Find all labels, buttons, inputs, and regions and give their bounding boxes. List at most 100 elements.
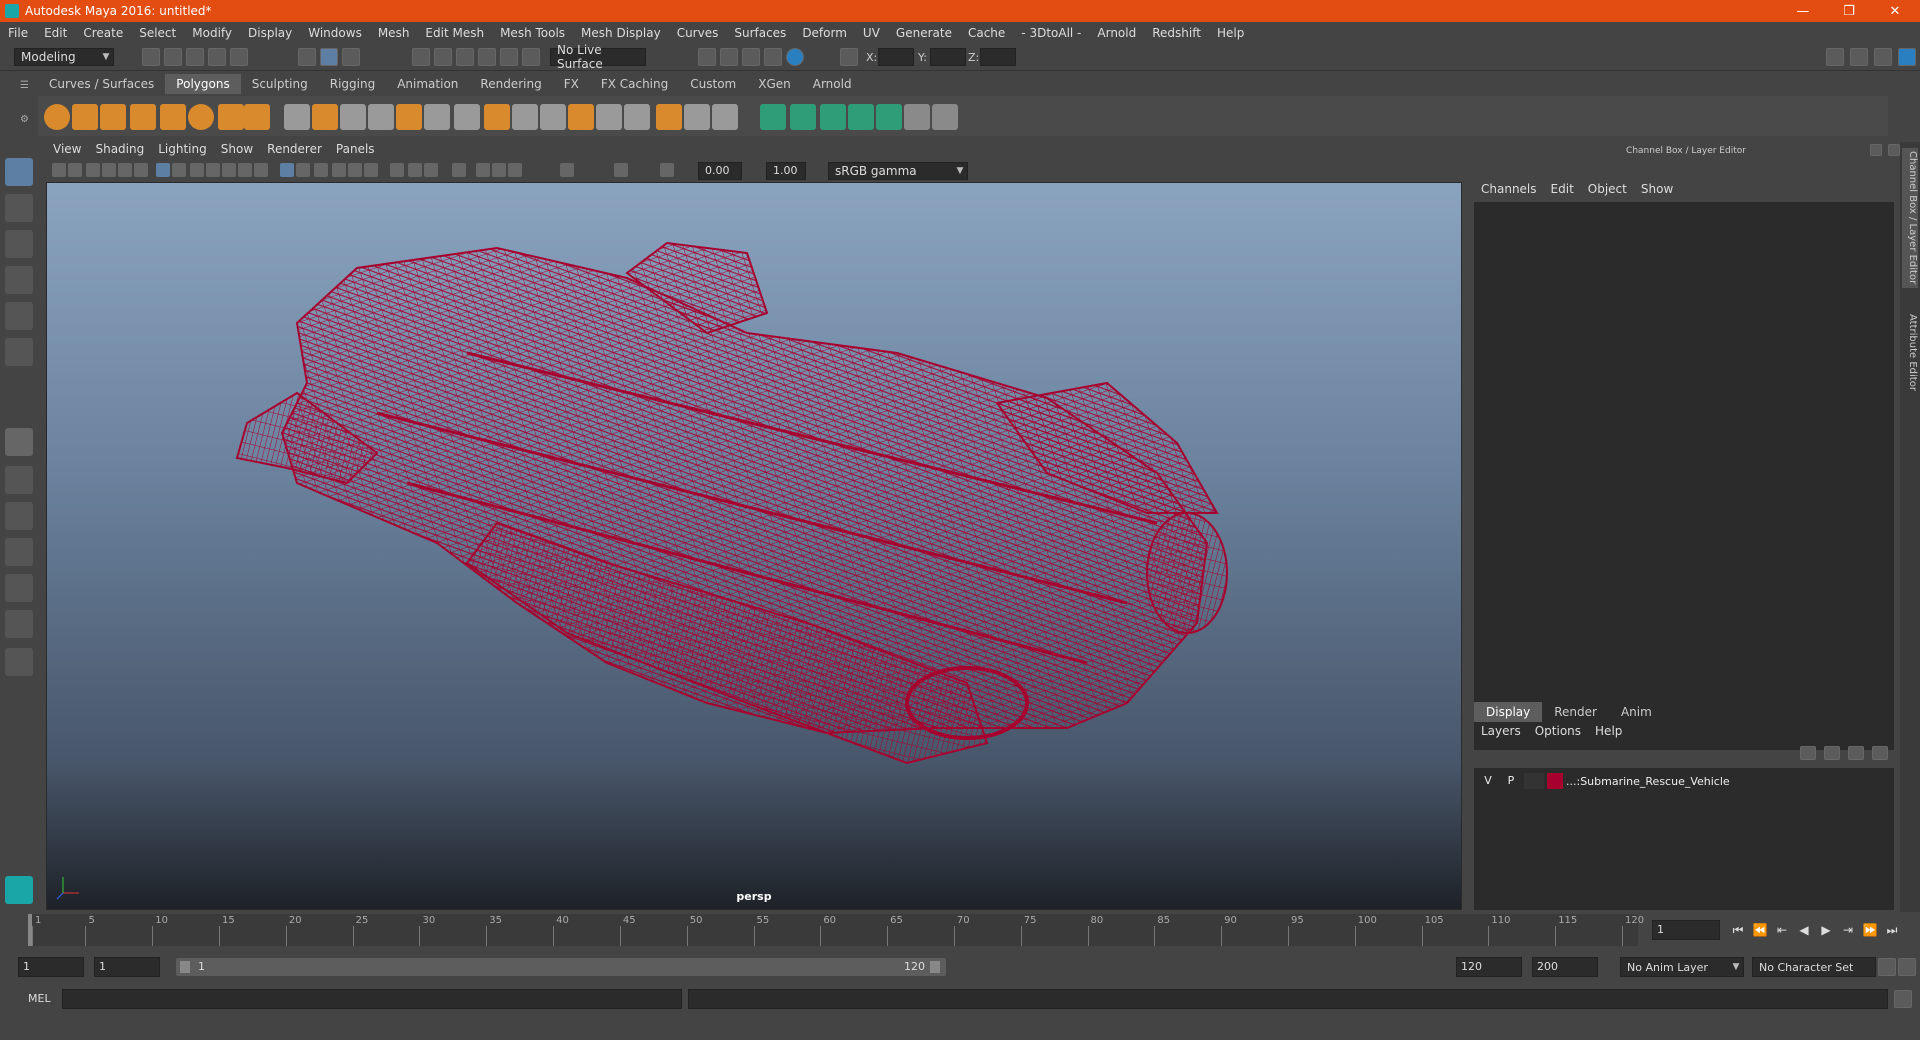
poly-cone-icon[interactable] (130, 104, 156, 130)
layout-uv-icon[interactable] (932, 104, 958, 130)
layer-tab-anim[interactable]: Anim (1609, 702, 1664, 722)
shelf-tab-fx-caching[interactable]: FX Caching (590, 74, 679, 94)
menu-mesh-tools[interactable]: Mesh Tools (492, 26, 573, 40)
step-forward-key-icon[interactable]: ⇥ (1840, 922, 1856, 938)
toolbox-more-icon[interactable] (5, 648, 33, 676)
gamma-field[interactable]: 1.00 (766, 162, 806, 180)
new-scene-icon[interactable] (142, 48, 160, 66)
move-tool-icon[interactable] (5, 266, 33, 294)
ipr-render-icon[interactable] (742, 48, 760, 66)
channel-box-side-tab[interactable]: Channel Box / Layer Editor (1902, 148, 1918, 288)
undock-icon[interactable] (1870, 144, 1882, 156)
range-slider[interactable]: 1 120 (176, 958, 946, 976)
use-all-lights-icon[interactable] (348, 163, 362, 177)
shelf-tab-custom[interactable]: Custom (679, 74, 747, 94)
x-coordinate-input[interactable] (878, 48, 914, 66)
shelf-tab-rigging[interactable]: Rigging (319, 74, 386, 94)
channel-box-menu-object[interactable]: Object (1581, 182, 1634, 196)
auto-key-icon[interactable] (1878, 958, 1896, 976)
shadows-icon[interactable] (364, 163, 378, 177)
playback-start-field[interactable]: 1 (94, 957, 160, 977)
attribute-editor-side-tab[interactable]: Attribute Editor (1902, 302, 1918, 402)
gamma-icon[interactable] (614, 163, 628, 177)
multi-cut-icon[interactable] (512, 104, 538, 130)
camera-attributes-icon[interactable] (68, 163, 82, 177)
layer-menu-options[interactable]: Options (1528, 724, 1588, 738)
time-slider[interactable]: 1 5 10 15 20 25 30 35 40 45 50 55 60 65 70 75 80 85 90 95 10… (28, 914, 1644, 946)
menu-mesh[interactable]: Mesh (370, 26, 418, 40)
perspective-viewport[interactable]: persp (46, 182, 1462, 910)
shelf-tab-polygons[interactable]: Polygons (165, 74, 241, 94)
bridge-icon[interactable] (424, 104, 450, 130)
target-weld-icon[interactable] (540, 104, 566, 130)
snap-plane-icon[interactable] (522, 48, 540, 66)
select-camera-icon[interactable] (52, 163, 66, 177)
play-forwards-icon[interactable]: ▶ (1818, 922, 1834, 938)
shelf-tab-curves-surfaces[interactable]: Curves / Surfaces (38, 74, 165, 94)
render-settings-icon[interactable] (764, 48, 782, 66)
textured-icon[interactable] (332, 163, 346, 177)
step-back-frame-icon[interactable]: ⏪ (1752, 922, 1768, 938)
snap-curve-icon[interactable] (434, 48, 452, 66)
menu-surfaces[interactable]: Surfaces (726, 26, 794, 40)
toggle-modeling-toolkit-icon[interactable] (1826, 48, 1844, 66)
menu-uv[interactable]: UV (855, 26, 888, 40)
xray-joints-icon[interactable] (492, 163, 506, 177)
transform-mode-icon[interactable] (840, 48, 858, 66)
menu-mesh-display[interactable]: Mesh Display (573, 26, 669, 40)
resolution-gate-icon[interactable] (190, 163, 204, 177)
layer-tab-render[interactable]: Render (1542, 702, 1609, 722)
new-layer-from-selected-icon[interactable] (1872, 746, 1888, 760)
animation-start-field[interactable]: 1 (18, 957, 84, 977)
mode-selector[interactable]: Modeling ▼ (14, 48, 114, 66)
anti-aliasing-icon[interactable] (424, 163, 438, 177)
layer-playback-toggle[interactable]: P (1501, 773, 1521, 789)
open-scene-icon[interactable] (164, 48, 182, 66)
animation-end-field[interactable]: 200 (1532, 957, 1598, 977)
menu-display[interactable]: Display (240, 26, 300, 40)
menu-deform[interactable]: Deform (794, 26, 855, 40)
snap-grid-icon[interactable] (412, 48, 430, 66)
smooth-shade-icon[interactable] (296, 163, 310, 177)
xray-components-icon[interactable] (508, 163, 522, 177)
shelf-tab-sculpting[interactable]: Sculpting (241, 74, 319, 94)
menu-help[interactable]: Help (1209, 26, 1252, 40)
persp-graph-layout-icon[interactable] (5, 538, 33, 566)
live-surface-field[interactable]: No Live Surface (550, 43, 646, 71)
menu-3dtoall[interactable]: - 3DtoAll - (1013, 26, 1089, 40)
redo-icon[interactable] (230, 48, 248, 66)
persp-hypershade-layout-icon[interactable] (5, 574, 33, 602)
select-tool-icon[interactable] (5, 158, 33, 186)
paint-select-tool-icon[interactable] (5, 230, 33, 258)
render-frame-icon[interactable] (720, 48, 738, 66)
select-component-icon[interactable] (342, 48, 360, 66)
menu-edit-mesh[interactable]: Edit Mesh (417, 26, 492, 40)
bevel-edge-icon[interactable] (568, 104, 594, 130)
menu-edit[interactable]: Edit (36, 26, 75, 40)
spherical-mapping-icon[interactable] (820, 104, 846, 130)
shelf-tab-animation[interactable]: Animation (386, 74, 469, 94)
field-chart-icon[interactable] (222, 163, 236, 177)
isolate-select-icon[interactable] (452, 163, 466, 177)
snap-surface-icon[interactable] (500, 48, 518, 66)
y-coordinate-input[interactable] (930, 48, 966, 66)
poly-torus-icon[interactable] (188, 104, 214, 130)
shelf-menu-icon[interactable]: ☰ (20, 80, 32, 92)
bevel-icon[interactable] (368, 104, 394, 130)
channel-box-menu-channels[interactable]: Channels (1474, 182, 1544, 196)
layer-color-swatch[interactable] (1547, 773, 1563, 789)
animation-preferences-icon[interactable] (1898, 958, 1916, 976)
playback-end-field[interactable]: 120 (1456, 957, 1522, 977)
menu-windows[interactable]: Windows (300, 26, 370, 40)
append-to-polygon-icon[interactable] (454, 104, 480, 130)
unfold-uv-icon[interactable] (876, 104, 902, 130)
scale-tool-icon[interactable] (5, 338, 33, 366)
range-slider-end-handle[interactable] (930, 961, 940, 973)
film-gate-icon[interactable] (172, 163, 186, 177)
select-hierarchy-icon[interactable] (298, 48, 316, 66)
snap-point-icon[interactable] (456, 48, 474, 66)
panel-menu-lighting[interactable]: Lighting (151, 142, 214, 160)
shelf-tab-xgen[interactable]: XGen (747, 74, 802, 94)
layer-tab-display[interactable]: Display (1474, 702, 1543, 722)
rotate-tool-icon[interactable] (5, 302, 33, 330)
